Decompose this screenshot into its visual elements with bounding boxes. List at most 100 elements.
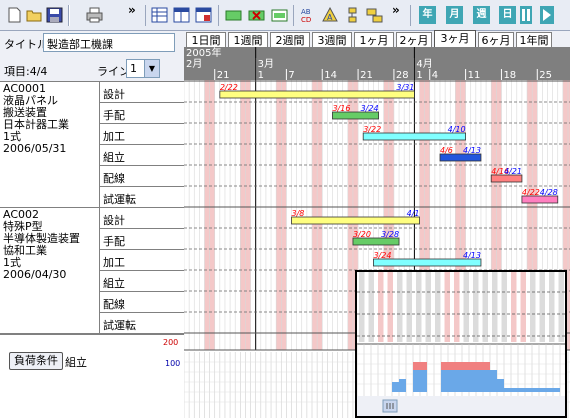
load-over: [448, 362, 455, 370]
end-date: 4/10: [448, 125, 466, 134]
load-bar: [476, 370, 483, 392]
period-tabs: 1日間 1週間 2週間 3週間 1ヶ月 2ヶ月 3ヶ月 6ヶ月 1年間: [184, 30, 570, 48]
tab-6[interactable]: 2ヶ月: [396, 32, 432, 48]
task-bar: [352, 237, 400, 246]
pause-icon[interactable]: [520, 6, 532, 24]
project-info[interactable]: AC002 特殊P型 半導体製造装置 協和工業 1式 2006/04/30: [0, 208, 100, 334]
end-date: 4/21: [504, 167, 522, 176]
load-row: 負荷条件 組立 200 100: [0, 334, 184, 418]
left-panel: タイトル 製造部工機課 項目:4/4 ライン 1 ▼ AC0001 液晶パネル …: [0, 31, 184, 418]
load-bar: [539, 388, 546, 392]
start-date: 3/24: [373, 251, 391, 260]
load-bar: [525, 388, 532, 392]
grid-view-icon[interactable]: [151, 7, 168, 23]
line-select[interactable]: 1 ▼: [126, 59, 160, 78]
svg-text:A: A: [327, 13, 333, 22]
load-category: 組立: [65, 356, 87, 369]
day-label: 7: [288, 70, 294, 81]
end-date: 3/28: [381, 230, 399, 239]
edit-bar-icon[interactable]: [271, 7, 288, 23]
task-label[interactable]: 加工: [100, 124, 184, 145]
prev-month-icon[interactable]: 月: [446, 6, 463, 24]
load-bar: [490, 370, 497, 392]
load-bar: [413, 370, 420, 392]
sort-icon[interactable]: AB CD: [300, 7, 317, 24]
task-label[interactable]: 手配: [100, 103, 184, 124]
task-bar: [362, 132, 466, 141]
tab-2[interactable]: 1週間: [228, 32, 268, 48]
task-label[interactable]: 配線: [100, 292, 184, 313]
task-bar: [521, 195, 559, 204]
day-label: 14: [324, 70, 337, 81]
day-label: 18: [503, 70, 516, 81]
toolbar-overflow-icon-2[interactable]: »: [392, 3, 400, 17]
next-day-icon[interactable]: [540, 6, 554, 24]
task-bar: [219, 90, 415, 99]
start-date: 3/22: [363, 125, 381, 134]
load-bar: [469, 370, 476, 392]
year-band: [184, 47, 570, 58]
tab-5[interactable]: 1ヶ月: [354, 32, 394, 48]
project-info[interactable]: AC0001 液晶パネル 搬送装置 日本計器工業 1式 2006/05/31: [0, 82, 100, 208]
task-label[interactable]: 試運転: [100, 187, 184, 208]
new-icon[interactable]: [6, 7, 23, 23]
prev-week-icon[interactable]: 週: [473, 6, 490, 24]
svg-text:CD: CD: [301, 16, 311, 23]
load-over: [420, 362, 427, 370]
item-count: 項目:4/4: [4, 65, 48, 78]
load-over: [441, 362, 448, 370]
task-label[interactable]: 配線: [100, 166, 184, 187]
day-label: 21: [217, 70, 230, 81]
split-view-icon[interactable]: [173, 7, 190, 23]
year-label: 2005年: [186, 47, 221, 59]
task-label[interactable]: 加工: [100, 250, 184, 271]
start-date: 4/6: [440, 146, 453, 155]
load-bar: [462, 370, 469, 392]
load-bar: [399, 379, 406, 392]
task-label[interactable]: 設計: [100, 82, 184, 103]
load-condition-button[interactable]: 負荷条件: [9, 352, 63, 370]
tab-7[interactable]: 3ヶ月: [434, 30, 476, 48]
delete-bar-icon[interactable]: [248, 7, 265, 23]
tab-3[interactable]: 2週間: [270, 32, 310, 48]
start-date: 3/8: [292, 209, 305, 218]
prev-day-icon[interactable]: 日: [499, 6, 516, 24]
print-icon[interactable]: [86, 7, 103, 23]
task-label[interactable]: 設計: [100, 208, 184, 229]
load-bar: [546, 388, 553, 392]
save-icon[interactable]: [46, 7, 63, 23]
tree-icon[interactable]: A: [322, 6, 339, 23]
report-icon[interactable]: [195, 7, 212, 23]
load-bar: [455, 370, 462, 392]
chevron-down-icon[interactable]: ▼: [144, 60, 159, 77]
hierarchy-icon[interactable]: [344, 7, 361, 23]
title-input[interactable]: 製造部工機課: [43, 33, 175, 52]
day-label: 21: [360, 70, 373, 81]
tab-1[interactable]: 1日間: [186, 32, 226, 48]
tab-4[interactable]: 3週間: [312, 32, 352, 48]
load-bar: [504, 388, 511, 392]
task-label[interactable]: 組立: [100, 271, 184, 292]
load-bar: [497, 379, 504, 392]
end-date: 3/24: [361, 104, 379, 113]
task-label[interactable]: 試運転: [100, 313, 184, 334]
month-label: 4月: [416, 58, 432, 70]
load-bar: [553, 388, 560, 392]
tab-9[interactable]: 1年間: [516, 32, 552, 48]
task-bar: [490, 174, 523, 183]
task-label[interactable]: 組立: [100, 145, 184, 166]
day-label: 1: [258, 70, 264, 81]
open-icon[interactable]: [26, 7, 43, 23]
toolbar-overflow-icon[interactable]: »: [128, 3, 136, 17]
tab-8[interactable]: 6ヶ月: [478, 32, 514, 48]
prev-year-icon[interactable]: 年: [419, 6, 436, 24]
end-date: 4/28: [540, 188, 558, 197]
day-label: 11: [468, 70, 481, 81]
add-bar-icon[interactable]: [225, 7, 242, 23]
load-over: [483, 362, 490, 370]
task-label[interactable]: 手配: [100, 229, 184, 250]
load-bar: [441, 370, 448, 392]
day-label: 1: [416, 70, 422, 81]
load-bar: [448, 370, 455, 392]
link-icon[interactable]: [366, 7, 383, 23]
